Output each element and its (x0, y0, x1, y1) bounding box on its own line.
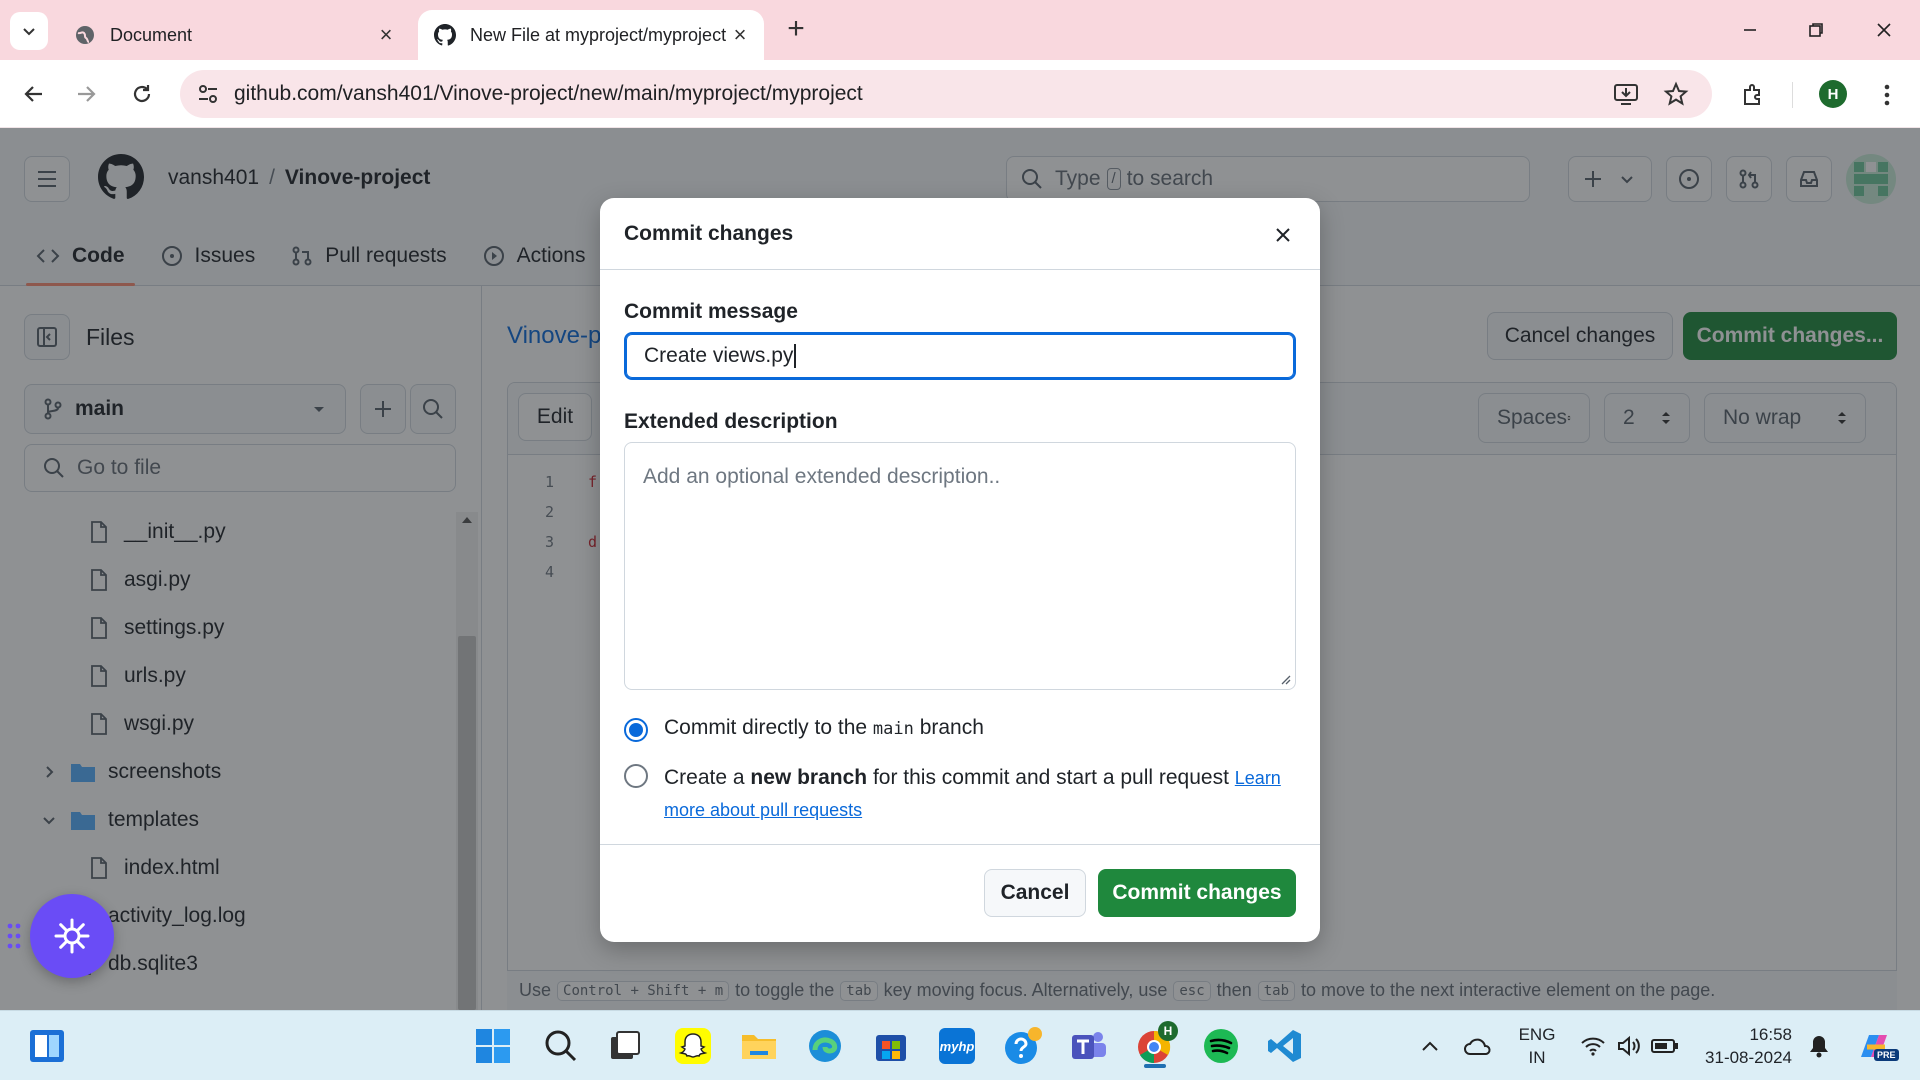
volume-icon[interactable] (1614, 1025, 1644, 1067)
tab-title: Document (110, 24, 193, 45)
tab-close-icon[interactable]: × (728, 22, 752, 47)
active-app-indicator (1144, 1064, 1166, 1068)
profile-avatar[interactable]: H (1819, 80, 1847, 108)
file-explorer-icon[interactable] (738, 1025, 780, 1067)
back-arrow-icon[interactable] (16, 76, 52, 112)
radio-commit-direct[interactable] (624, 718, 648, 742)
address-bar[interactable]: github.com/vansh401/Vinove-project/new/m… (180, 70, 1712, 118)
clock-date: 31-08-2024 (1705, 1048, 1792, 1067)
option-new-bold: new branch (750, 766, 868, 789)
windows-taskbar: myhp H ENG IN 16:58 31-08-2024 PRE (0, 1010, 1920, 1080)
globe-icon (74, 24, 96, 46)
commit-message-value: Create views.py (644, 344, 794, 367)
snapchat-icon[interactable] (672, 1025, 714, 1067)
learn-more-link[interactable]: Learn (1235, 768, 1281, 788)
copilot-icon[interactable]: PRE (1852, 1025, 1899, 1067)
browser-tabstrip: Document × New File at myproject/myproje… (0, 0, 1920, 60)
option-new-text: for this commit and start a pull request (872, 766, 1229, 789)
github-icon (434, 24, 456, 46)
wifi-icon[interactable] (1578, 1025, 1608, 1067)
extended-description-label: Extended description (624, 410, 838, 433)
chevron-down-icon (23, 28, 35, 36)
spotify-icon[interactable] (1200, 1025, 1242, 1067)
restore-icon[interactable] (1796, 14, 1836, 46)
task-view-icon[interactable] (604, 1025, 646, 1067)
system-clock[interactable]: 16:58 31-08-2024 (1692, 1023, 1792, 1069)
option-direct-text: Commit directly to the (664, 716, 868, 739)
commit-direct-option[interactable]: Commit directly to the main branch (624, 716, 984, 742)
new-tab-plus-icon[interactable]: + (780, 14, 812, 46)
chrome-icon[interactable]: H (1134, 1021, 1178, 1067)
browser-tab-new-file[interactable]: New File at myproject/myproject × (418, 10, 764, 60)
start-icon[interactable] (472, 1025, 514, 1067)
kebab-menu-icon[interactable] (1872, 80, 1902, 110)
tab-search-button[interactable] (10, 12, 48, 50)
widgets-icon[interactable] (26, 1025, 68, 1067)
battery-icon[interactable] (1650, 1025, 1680, 1067)
resize-grip-icon (1281, 675, 1291, 685)
teams-icon[interactable] (1068, 1025, 1110, 1067)
url-text: github.com/vansh401/Vinove-project/new/m… (234, 82, 863, 105)
toolbar-divider (1792, 82, 1793, 108)
language-code: ENG (1518, 1025, 1556, 1044)
forward-arrow-icon[interactable] (68, 76, 104, 112)
option-direct-text: branch (919, 716, 984, 739)
microsoft-store-icon[interactable] (870, 1025, 912, 1067)
radio-new-branch[interactable] (624, 764, 648, 788)
show-hidden-icons-chevron[interactable] (1418, 1025, 1442, 1067)
learn-more-link[interactable]: more about pull requests (664, 800, 862, 820)
browser-tab-document[interactable]: Document × (60, 10, 410, 60)
cancel-button[interactable]: Cancel (984, 869, 1086, 917)
commit-changes-dialog: Commit changes Commit message Create vie… (600, 198, 1320, 942)
commit-new-branch-option[interactable]: Create a new branch for this commit and … (624, 762, 1284, 826)
commit-message-label: Commit message (624, 300, 798, 323)
browser-toolbar: github.com/vansh401/Vinove-project/new/m… (0, 60, 1920, 128)
help-icon[interactable] (1002, 1025, 1044, 1067)
assistant-fab-button[interactable] (30, 894, 114, 978)
notification-bell-icon[interactable] (1804, 1025, 1834, 1067)
site-settings-icon[interactable] (196, 82, 220, 106)
option-new-text: Create a (664, 766, 745, 789)
reload-icon[interactable] (124, 76, 160, 112)
extended-description-textarea[interactable]: Add an optional extended description.. (624, 442, 1296, 690)
region-code: IN (1528, 1048, 1546, 1067)
language-indicator[interactable]: ENG IN (1510, 1023, 1564, 1069)
commit-changes-button[interactable]: Commit changes (1098, 869, 1296, 917)
myhp-icon[interactable]: myhp (936, 1025, 978, 1067)
myhp-label: myhp (939, 1028, 975, 1064)
dialog-footer: Cancel Commit changes (600, 844, 1320, 942)
edge-icon[interactable] (804, 1025, 846, 1067)
close-window-icon[interactable] (1864, 14, 1904, 46)
chrome-profile-badge: H (1158, 1021, 1178, 1041)
text-caret (794, 344, 797, 368)
vscode-icon[interactable] (1264, 1025, 1306, 1067)
extensions-puzzle-icon[interactable] (1738, 80, 1768, 110)
description-placeholder: Add an optional extended description.. (643, 465, 1001, 488)
search-icon[interactable] (540, 1025, 582, 1067)
dialog-header: Commit changes (600, 198, 1320, 270)
tab-close-icon[interactable]: × (374, 22, 398, 47)
close-icon[interactable] (1268, 220, 1298, 250)
commit-message-input[interactable]: Create views.py (624, 332, 1296, 380)
tab-title: New File at myproject/myproject (470, 24, 727, 45)
option-direct-branch: main (872, 719, 914, 739)
onedrive-cloud-icon[interactable] (1462, 1025, 1494, 1067)
minimize-icon[interactable] (1730, 14, 1770, 46)
preview-badge: PRE (1874, 1049, 1899, 1061)
install-app-icon[interactable] (1612, 80, 1640, 108)
clock-time: 16:58 (1749, 1025, 1792, 1044)
sparkle-icon (54, 918, 90, 954)
dialog-title: Commit changes (624, 222, 794, 245)
bookmark-star-icon[interactable] (1662, 80, 1690, 108)
drag-handle-icon[interactable] (6, 922, 22, 950)
